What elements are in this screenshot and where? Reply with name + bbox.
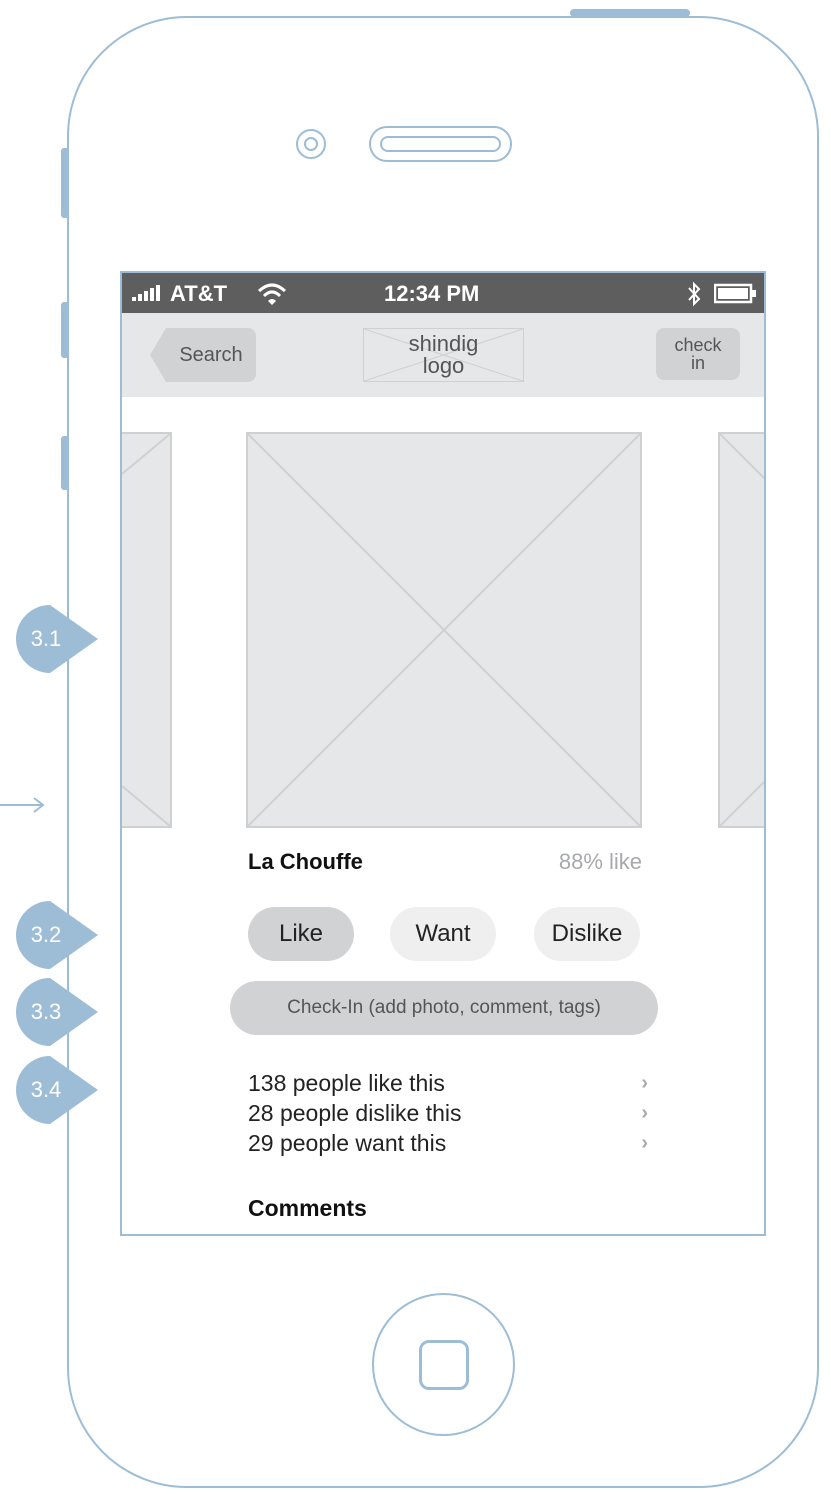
shindig-logo-placeholder: shindig logo — [363, 328, 524, 382]
image-placeholder-icon — [720, 434, 764, 826]
next-image-placeholder[interactable] — [718, 432, 764, 828]
carrier-name: AT&T — [170, 281, 228, 306]
beer-name: La Chouffe — [248, 849, 363, 874]
want-button-label: Want — [415, 920, 471, 947]
check-in-bar-button[interactable]: Check-In (add photo, comment, tags) — [230, 981, 658, 1035]
beer-image-placeholder[interactable] — [246, 432, 642, 828]
back-search-button[interactable]: Search — [150, 328, 256, 382]
arrow-right-icon — [0, 797, 45, 813]
status-bar: AT&T 12:34 PM — [122, 273, 764, 313]
image-placeholder-icon — [122, 434, 170, 826]
check-in-button[interactable]: check in — [656, 328, 740, 380]
check-in-bar-label: Check-In (add photo, comment, tags) — [287, 997, 601, 1018]
stat-row-wants[interactable]: 29 people want this › — [248, 1128, 648, 1158]
dislike-button-label: Dislike — [551, 920, 623, 947]
annotation-label: 3.2 — [30, 922, 62, 947]
annotation-label: 3.4 — [30, 1077, 62, 1102]
annotation-label: 3.3 — [30, 999, 62, 1024]
want-button[interactable]: Want — [390, 907, 496, 961]
wifi-icon — [257, 283, 287, 305]
chevron-right-icon: › — [641, 1102, 648, 1124]
annotation-label: 3.1 — [30, 626, 62, 651]
back-button-label: Search — [179, 343, 243, 366]
home-button[interactable] — [372, 1293, 515, 1436]
navigation-bar: Search shindig logo check in — [122, 313, 764, 397]
stat-row-likes[interactable]: 138 people like this › — [248, 1068, 648, 1098]
bluetooth-icon — [688, 281, 701, 307]
dislike-button[interactable]: Dislike — [534, 907, 640, 961]
stat-row-dislikes[interactable]: 28 people dislike this › — [248, 1098, 648, 1128]
stat-dislikes-label: 28 people dislike this — [248, 1100, 462, 1126]
like-button-label: Like — [278, 920, 324, 947]
logo-text: shindig logo — [408, 331, 479, 378]
stat-likes-label: 138 people like this — [248, 1070, 445, 1096]
front-camera — [296, 129, 326, 159]
like-percentage: 88% like — [558, 849, 642, 874]
phone-screen: AT&T 12:34 PM Search shindig logo check … — [120, 271, 766, 1236]
earpiece-speaker — [369, 126, 512, 162]
like-button[interactable]: Like — [248, 907, 354, 961]
previous-image-placeholder[interactable] — [122, 432, 172, 828]
clock-time: 12:34 PM — [384, 281, 480, 306]
chevron-right-icon: › — [641, 1132, 648, 1154]
battery-icon — [714, 283, 756, 304]
chevron-right-icon: › — [641, 1072, 648, 1094]
comments-heading: Comments — [248, 1195, 367, 1221]
stat-wants-label: 29 people want this — [248, 1130, 447, 1156]
signal-strength-icon — [132, 285, 160, 301]
image-placeholder-icon — [248, 434, 640, 826]
